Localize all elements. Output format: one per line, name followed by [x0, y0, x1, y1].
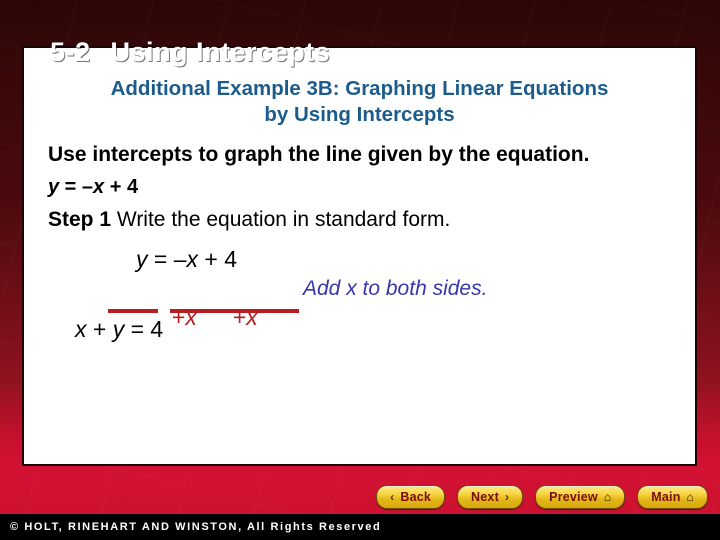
example-heading-line2: by Using Intercepts: [264, 103, 455, 127]
slide-title-text: Using Intercepts: [110, 37, 331, 67]
footer-bar: © HOLT, RINEHART AND WINSTON, All Rights…: [0, 514, 720, 540]
operation-right: +x: [232, 304, 258, 331]
slide-root: 5-2 Using Intercepts Additional Example 3…: [0, 0, 720, 540]
main-button-label: Main: [651, 490, 681, 504]
slide-number: 5-2: [50, 37, 91, 67]
preview-button-label: Preview: [549, 490, 598, 504]
preview-button[interactable]: Preview ⌂: [535, 485, 626, 509]
slide-title: 5-2 Using Intercepts: [18, 6, 330, 99]
step-line: Step 1 Write the equation in standard fo…: [48, 208, 681, 232]
back-button[interactable]: ‹ Back: [376, 485, 446, 509]
work-line-result: x + y = 4: [75, 316, 164, 343]
prompt-text: Use intercepts to graph the line given b…: [48, 143, 590, 167]
next-button[interactable]: Next ›: [457, 485, 524, 509]
work-line-original: y = –x + 4: [136, 246, 238, 273]
operation-rule-left: [108, 309, 158, 314]
body-block: Use intercepts to graph the line given b…: [34, 142, 695, 356]
home-icon: ⌂: [686, 490, 694, 504]
chevron-left-icon: ‹: [390, 490, 395, 504]
worked-equation: y = –x + 4 +x +x x + y = 4 Add x to both …: [48, 246, 681, 356]
home-icon: ⌂: [603, 490, 612, 504]
chevron-right-icon: ›: [504, 490, 510, 504]
operation-rule-right: [170, 309, 299, 314]
navigation-bar: ‹ Back Next › Preview ⌂ Main ⌂: [376, 485, 708, 509]
step-label: Step 1: [48, 208, 112, 232]
copyright-text: © HOLT, RINEHART AND WINSTON, All Rights…: [10, 521, 382, 533]
given-equation: y = –x + 4: [48, 176, 139, 199]
step-text: Write the equation in standard form.: [116, 208, 451, 232]
main-button[interactable]: Main ⌂: [637, 485, 708, 509]
next-button-label: Next: [471, 490, 499, 504]
operation-left: +x: [171, 304, 197, 331]
content-card: Additional Example 3B: Graphing Linear E…: [22, 46, 697, 466]
back-button-label: Back: [400, 490, 432, 504]
work-side-note: Add x to both sides.: [303, 277, 488, 301]
